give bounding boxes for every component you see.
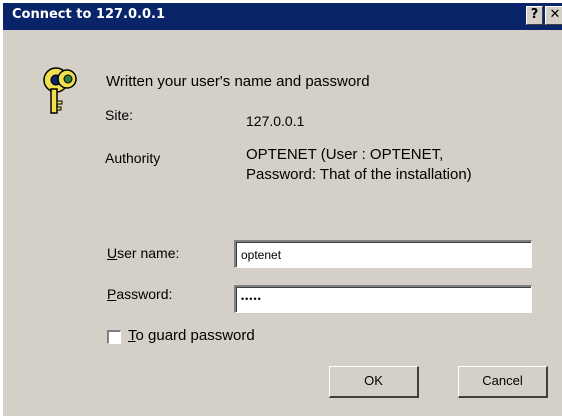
username-label: User name: bbox=[107, 245, 179, 261]
authority-value-line1: OPTENET (User : OPTENET, bbox=[246, 146, 444, 163]
ok-button[interactable]: OK bbox=[329, 366, 419, 398]
key-icon bbox=[43, 67, 77, 114]
remember-label-mnemonic: T bbox=[128, 327, 136, 344]
site-value: 127.0.0.1 bbox=[246, 113, 305, 129]
password-label-mnemonic: P bbox=[107, 286, 117, 302]
remember-password-checkbox[interactable] bbox=[107, 330, 121, 344]
help-button[interactable]: ? bbox=[526, 6, 543, 25]
site-label: Site: bbox=[105, 107, 134, 123]
username-label-mnemonic: U bbox=[107, 245, 118, 261]
password-label-rest: assword: bbox=[116, 286, 173, 302]
cancel-button[interactable]: Cancel bbox=[458, 366, 548, 398]
authority-value-line2: Password: That of the installation) bbox=[246, 166, 472, 183]
instruction-message: Written your user's name and password bbox=[106, 73, 370, 90]
username-label-rest: ser name: bbox=[117, 245, 180, 261]
remember-password-label[interactable]: To guard password bbox=[128, 327, 255, 344]
password-field[interactable]: ••••• bbox=[234, 285, 532, 313]
window-title: Connect to 127.0.0.1 bbox=[12, 7, 166, 22]
title-bar[interactable]: Connect to 127.0.0.1 ? ✕ bbox=[3, 3, 562, 30]
remember-label-rest: o guard password bbox=[135, 327, 255, 344]
password-label: Password: bbox=[107, 286, 172, 302]
login-dialog: Connect to 127.0.0.1 ? ✕ Written your us… bbox=[0, 0, 562, 416]
username-field[interactable]: optenet bbox=[234, 240, 532, 268]
close-button[interactable]: ✕ bbox=[545, 6, 562, 25]
authority-label: Authority bbox=[105, 150, 161, 166]
